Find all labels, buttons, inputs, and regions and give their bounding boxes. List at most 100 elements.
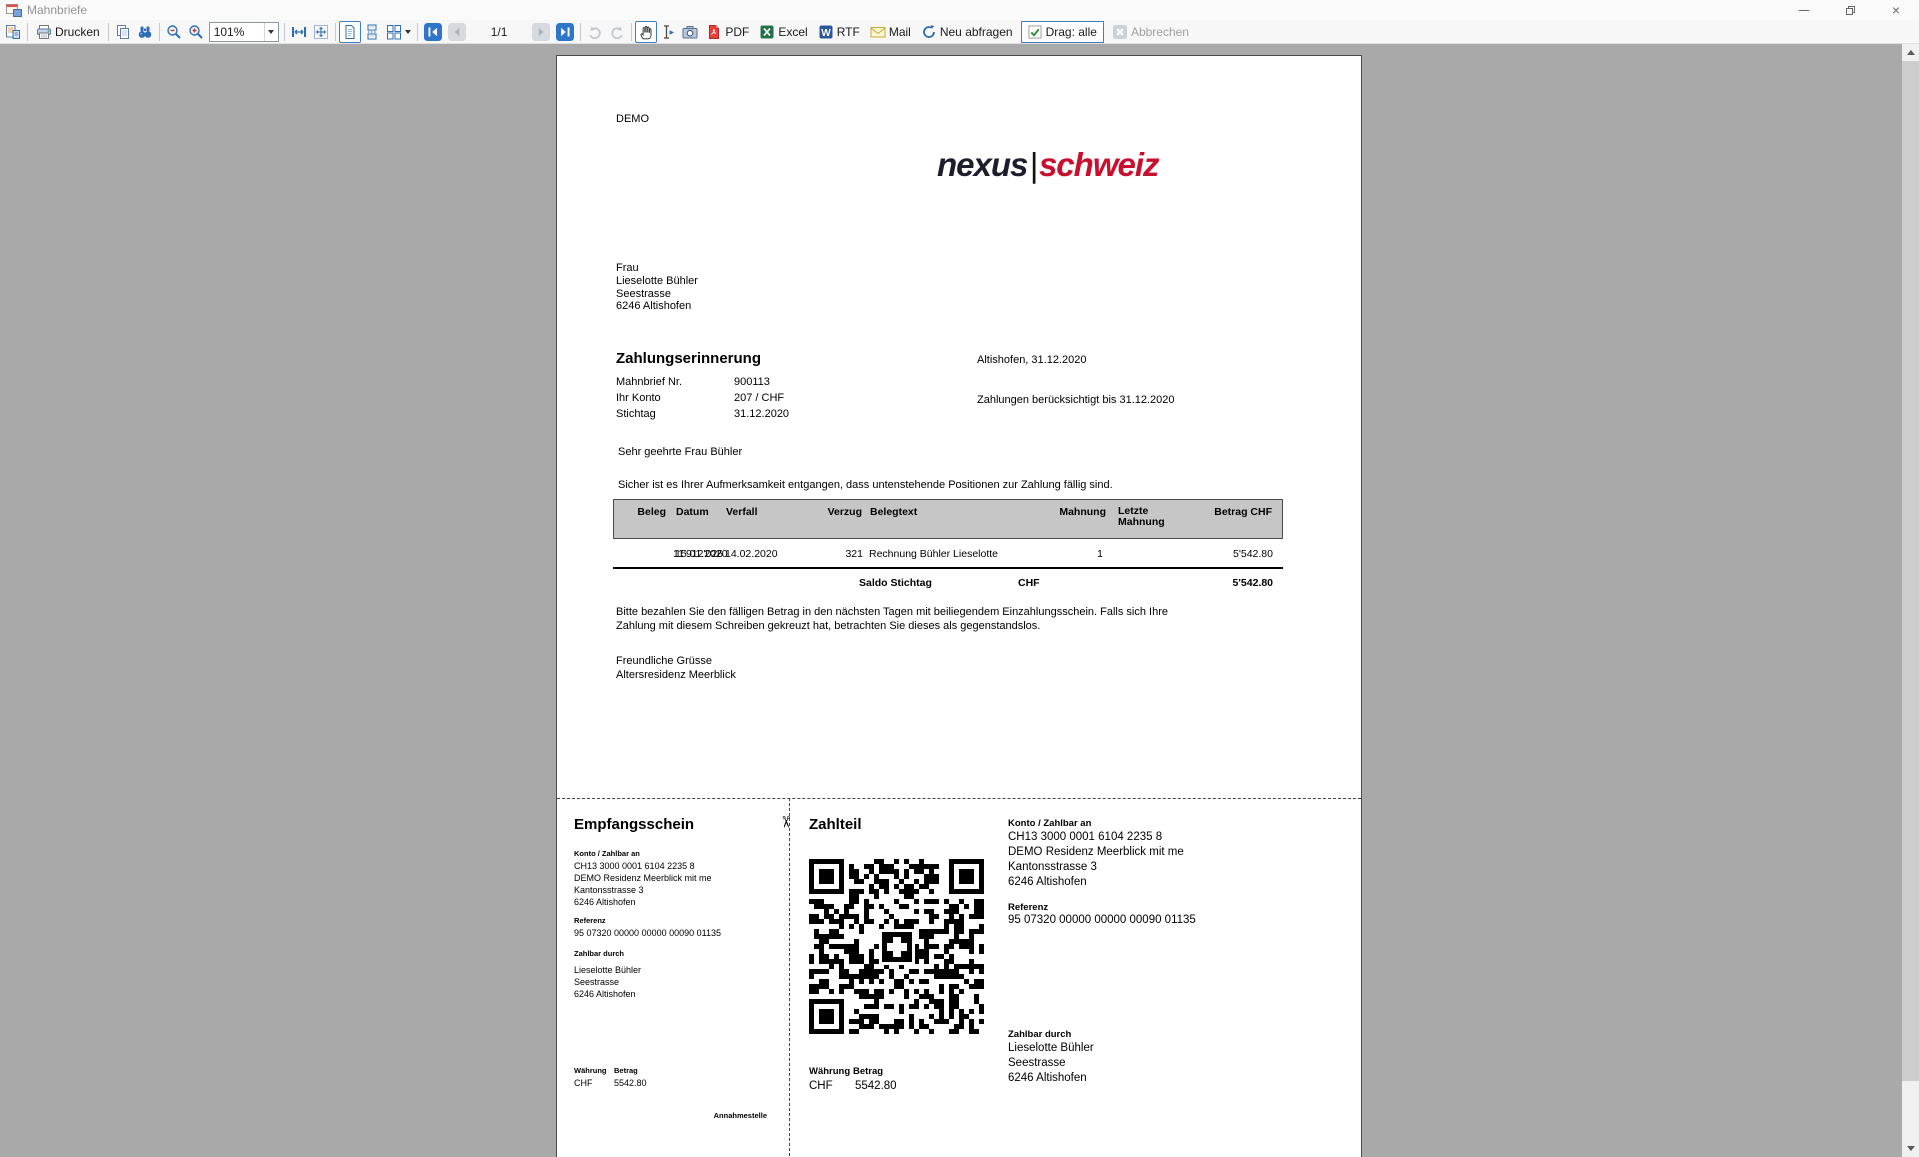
next-page-button[interactable] (529, 21, 553, 43)
refresh-query-button[interactable]: Neu abfragen (916, 21, 1018, 43)
redo-view-button[interactable] (606, 21, 628, 43)
payment-account-block: CH13 3000 0001 6104 2235 8 DEMO Residenz… (1008, 830, 1184, 890)
first-page-button[interactable] (421, 21, 445, 43)
find-button[interactable] (134, 21, 156, 43)
receipt-account-line: CH13 3000 0001 6104 2235 8 (574, 861, 695, 871)
cancel-icon (1112, 24, 1127, 39)
payment-amount-label: Betrag (853, 1066, 884, 1077)
recipient-address: Frau Lieselotte Bühler Seestrasse 6246 A… (616, 262, 698, 313)
printer-icon (37, 24, 51, 39)
vertical-scrollbar[interactable] (1902, 44, 1919, 1157)
scissors-icon: ✂ (776, 815, 794, 829)
payment-payable-label: Zahlbar durch (1008, 1029, 1072, 1040)
cell-betrag: 5'542.80 (1233, 548, 1273, 560)
cancel-label: Abbrechen (1130, 24, 1189, 39)
multi-page-view-button[interactable] (383, 21, 414, 43)
fit-page-button[interactable] (310, 21, 332, 43)
zoom-out-button[interactable] (163, 21, 185, 43)
recipient-line: Lieselotte Bühler (616, 274, 698, 287)
scroll-thumb[interactable] (1902, 61, 1919, 1081)
app-window: Mahnbriefe × Drucken 101% 1/1 PDF Excel … (0, 0, 1919, 1157)
print-button[interactable]: Drucken (31, 21, 105, 43)
separator (416, 22, 418, 41)
minimize-button[interactable] (1781, 0, 1827, 20)
excel-icon (760, 25, 774, 38)
scroll-down-button[interactable] (1902, 1140, 1919, 1157)
multi-page-caret[interactable] (404, 29, 411, 34)
separator (158, 22, 160, 41)
separator (631, 22, 633, 41)
payment-account-line: CH13 3000 0001 6104 2235 8 (1008, 831, 1163, 843)
drag-all-label: Drag: alle (1045, 24, 1097, 39)
export-rtf-button[interactable]: W RTF (813, 21, 865, 43)
fit-width-button[interactable] (288, 21, 310, 43)
company-logo: nexus|schweiz (937, 146, 1277, 184)
continuous-view-button[interactable] (361, 21, 383, 43)
cell-belegtext: Rechnung Bühler Lieselotte (869, 548, 999, 560)
hand-tool-button[interactable] (635, 20, 658, 43)
last-page-button[interactable] (553, 21, 577, 43)
mail-label: Mail (888, 24, 911, 39)
undo-view-button[interactable] (584, 21, 606, 43)
letter-title: Zahlungserinnerung (616, 350, 762, 367)
page-setup-button[interactable] (2, 21, 24, 43)
receipt-account-block: CH13 3000 0001 6104 2235 8 DEMO Residenz… (574, 860, 712, 908)
export-pdf-button[interactable]: PDF (701, 21, 754, 43)
close-button[interactable]: × (1873, 0, 1919, 20)
receipt-account-line: DEMO Residenz Meerblick mit me (574, 873, 712, 883)
zoom-level-value: 101% (213, 24, 245, 39)
cell-mahnung: 1 (1097, 548, 1103, 560)
receipt-account-line: Kantonsstrasse 3 (574, 885, 644, 895)
cell-datum: 15.01.2020 (675, 548, 728, 560)
receipt-amount: 5542.80 (614, 1078, 647, 1088)
payment-payable-line: Lieselotte Bühler (1008, 1042, 1094, 1054)
last-page-icon (556, 22, 575, 41)
mail-icon (870, 26, 886, 37)
restore-button[interactable] (1827, 0, 1873, 20)
export-pdf-label: PDF (725, 24, 750, 39)
receipt-reference-label: Referenz (574, 916, 606, 925)
separator (107, 22, 109, 41)
zoom-in-icon (188, 24, 203, 39)
document-page: DEMO nexus|schweiz Frau Lieselotte Bühle… (556, 55, 1362, 1157)
mail-button[interactable]: Mail (865, 21, 916, 43)
receipt-title: Empfangsschein (574, 816, 695, 833)
closing-line: Altersresidenz Meerblick (616, 668, 736, 681)
payment-payable-line: Seestrasse (1008, 1057, 1066, 1069)
cell-verzug: 321 (845, 548, 863, 560)
drag-all-toggle[interactable]: Drag: alle (1020, 20, 1104, 43)
zoom-in-button[interactable] (185, 21, 207, 43)
text-select-button[interactable] (657, 21, 679, 43)
refresh-icon (922, 24, 935, 38)
zoom-level-combo[interactable]: 101% (208, 21, 279, 42)
copy-button[interactable] (112, 21, 134, 43)
table-header-row: Beleg Datum Verfall Verzug Belegtext Mah… (613, 499, 1283, 539)
copy-icon (116, 24, 129, 39)
col-header-letzte-mahnung: Letzte Mahnung (1118, 505, 1165, 528)
payment-amount: 5542.80 (855, 1080, 897, 1092)
meta-value: 900113 (734, 376, 770, 388)
cancel-button[interactable]: Abbrechen (1107, 21, 1194, 43)
scroll-up-button[interactable] (1902, 44, 1919, 61)
export-excel-button[interactable]: Excel (754, 21, 812, 43)
meta-label: Mahnbrief Nr. (616, 376, 683, 388)
page-indicator: 1/1 (490, 24, 508, 39)
single-page-view-button[interactable] (338, 20, 361, 43)
separator (27, 22, 28, 41)
redo-icon (611, 26, 624, 39)
window-title: Mahnbriefe (27, 3, 88, 17)
toolbar: Drucken 101% 1/1 PDF Excel W RTF Mail Ne… (0, 20, 1919, 44)
snapshot-button[interactable] (679, 21, 701, 43)
col-header-verzug: Verzug (827, 506, 862, 518)
closing-block: Freundliche Grüsse Altersresidenz Meerbl… (616, 655, 736, 682)
checkbox-checked-icon (1028, 24, 1042, 39)
intro-text: Sicher ist es Ihrer Aufmerksamkeit entga… (618, 479, 1113, 491)
zoom-combo-arrow[interactable] (263, 22, 278, 41)
refresh-query-label: Neu abfragen (939, 24, 1013, 39)
prev-page-button[interactable] (445, 21, 469, 43)
receipt-payable-line: 6246 Altishofen (574, 989, 636, 999)
letter-place-date: Altishofen, 31.12.2020 (977, 354, 1087, 366)
fit-page-icon (313, 24, 328, 39)
receipt-account-line: 6246 Altishofen (574, 897, 636, 907)
payment-account-line: 6246 Altishofen (1008, 876, 1087, 888)
